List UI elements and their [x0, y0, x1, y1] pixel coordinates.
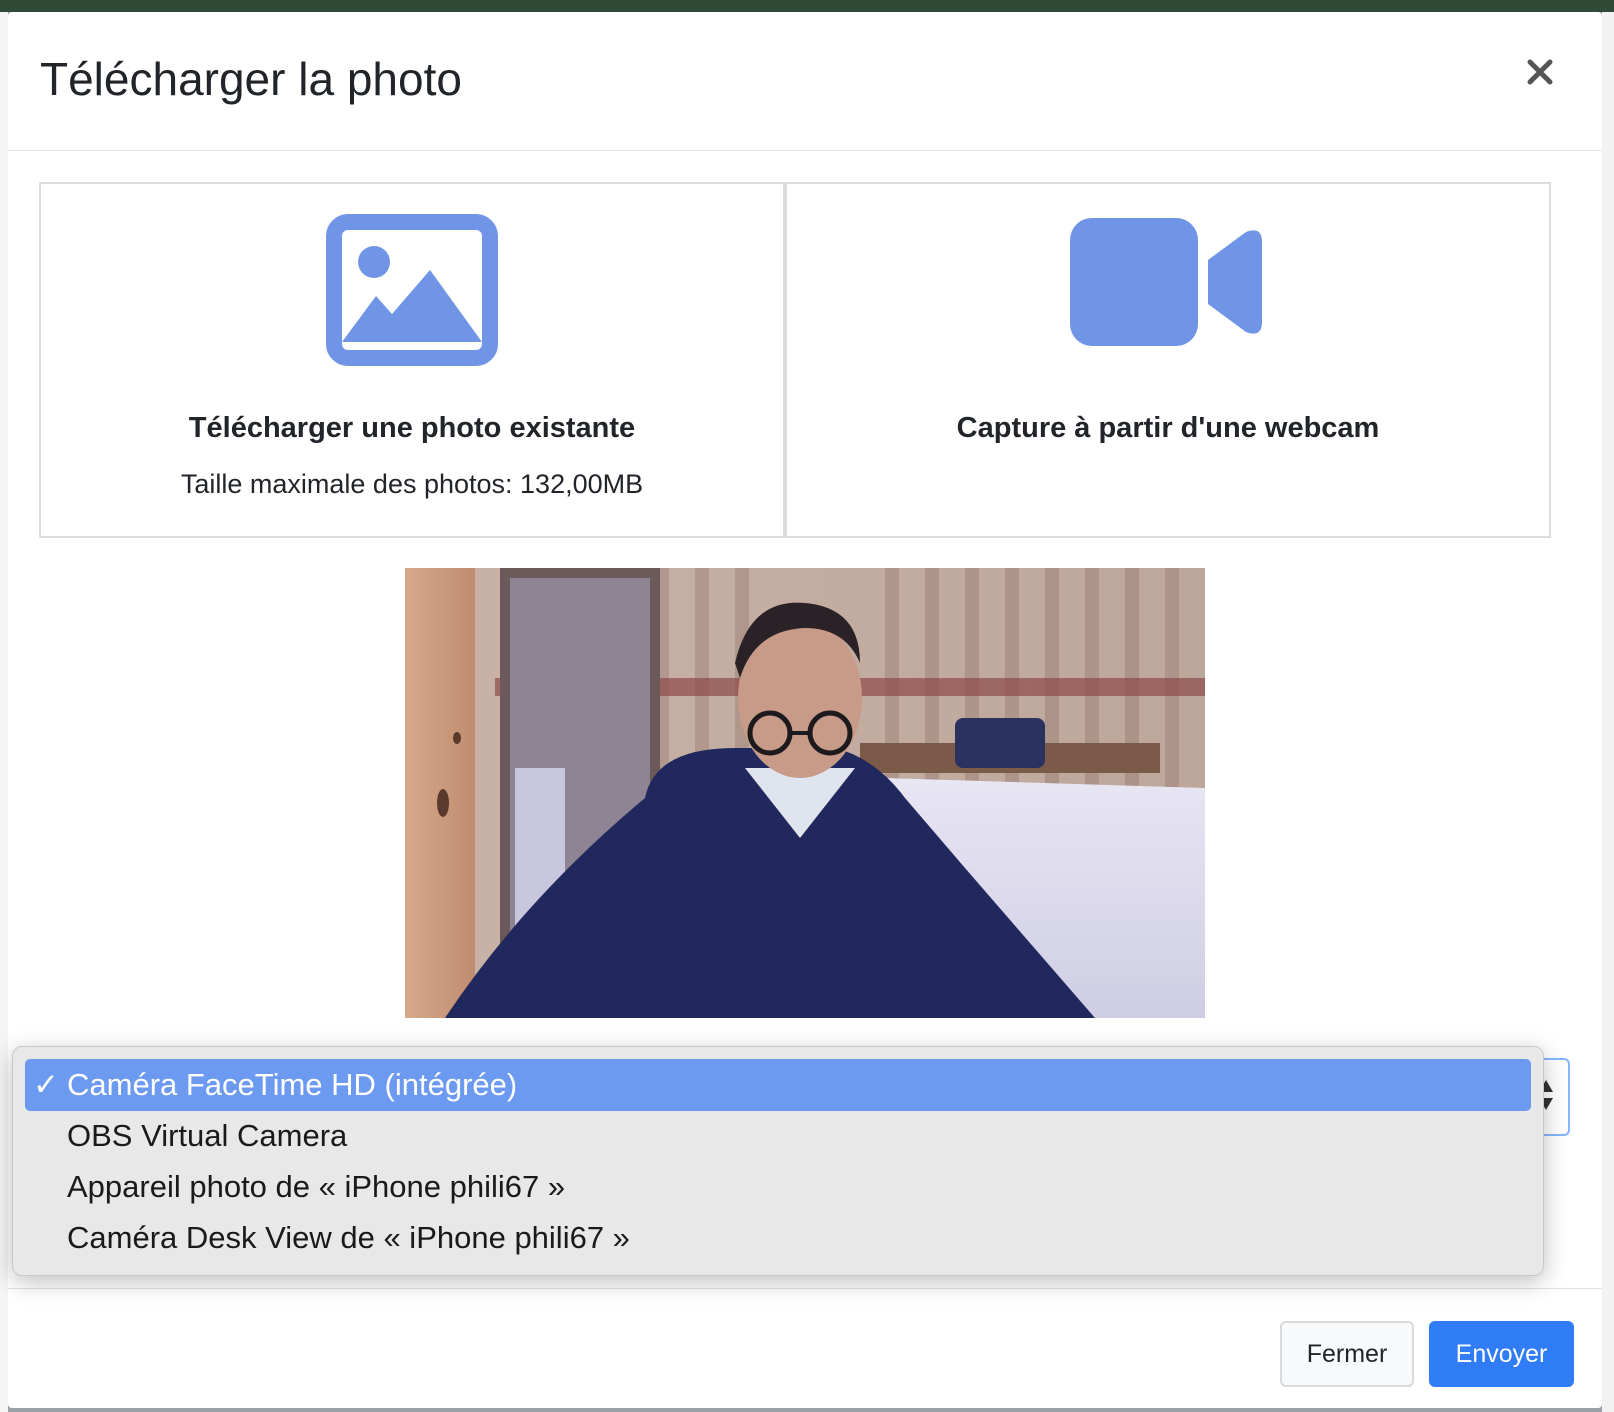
webcam-capture-option[interactable]: Capture à partir d'une webcam: [785, 182, 1551, 538]
camera-option-facetime[interactable]: ✓ Caméra FaceTime HD (intégrée): [25, 1059, 1531, 1111]
video-camera-icon: [1070, 218, 1262, 346]
camera-option-label: Caméra FaceTime HD (intégrée): [67, 1067, 518, 1102]
camera-dropdown-list: ✓ Caméra FaceTime HD (intégrée) OBS Virt…: [12, 1046, 1544, 1276]
camera-option-label: Caméra Desk View de « iPhone phili67 »: [67, 1220, 630, 1255]
upload-existing-title: Télécharger une photo existante: [188, 412, 636, 444]
camera-option-label: Appareil photo de « iPhone phili67 »: [67, 1169, 566, 1204]
background-page-left: [0, 12, 8, 1412]
webcam-preview: [405, 568, 1205, 1018]
background-topbar: [0, 0, 1614, 12]
modal-title: Télécharger la photo: [40, 53, 462, 105]
webcam-capture-title: Capture à partir d'une webcam: [956, 412, 1380, 444]
camera-option-iphone[interactable]: Appareil photo de « iPhone phili67 »: [25, 1161, 1531, 1213]
checkmark-icon: ✓: [33, 1067, 59, 1102]
webcam-video-frame: [405, 568, 1205, 1018]
send-button[interactable]: Envoyer: [1429, 1321, 1574, 1387]
camera-option-desk-view[interactable]: Caméra Desk View de « iPhone phili67 »: [25, 1212, 1531, 1264]
camera-option-label: OBS Virtual Camera: [67, 1118, 348, 1153]
upload-existing-option[interactable]: Télécharger une photo existante Taille m…: [39, 182, 785, 538]
background-page-right: [1602, 12, 1614, 1412]
image-icon: [326, 214, 498, 366]
camera-option-obs[interactable]: OBS Virtual Camera: [25, 1110, 1531, 1162]
upload-options: Télécharger une photo existante Taille m…: [39, 182, 1571, 538]
close-icon: [1527, 59, 1553, 85]
max-photo-size: Taille maximale des photos: 132,00MB: [180, 469, 644, 499]
close-footer-button[interactable]: Fermer: [1280, 1321, 1414, 1387]
close-button[interactable]: [1520, 52, 1560, 92]
modal-header: Télécharger la photo: [8, 12, 1602, 151]
modal-footer: Fermer Envoyer: [8, 1288, 1602, 1408]
